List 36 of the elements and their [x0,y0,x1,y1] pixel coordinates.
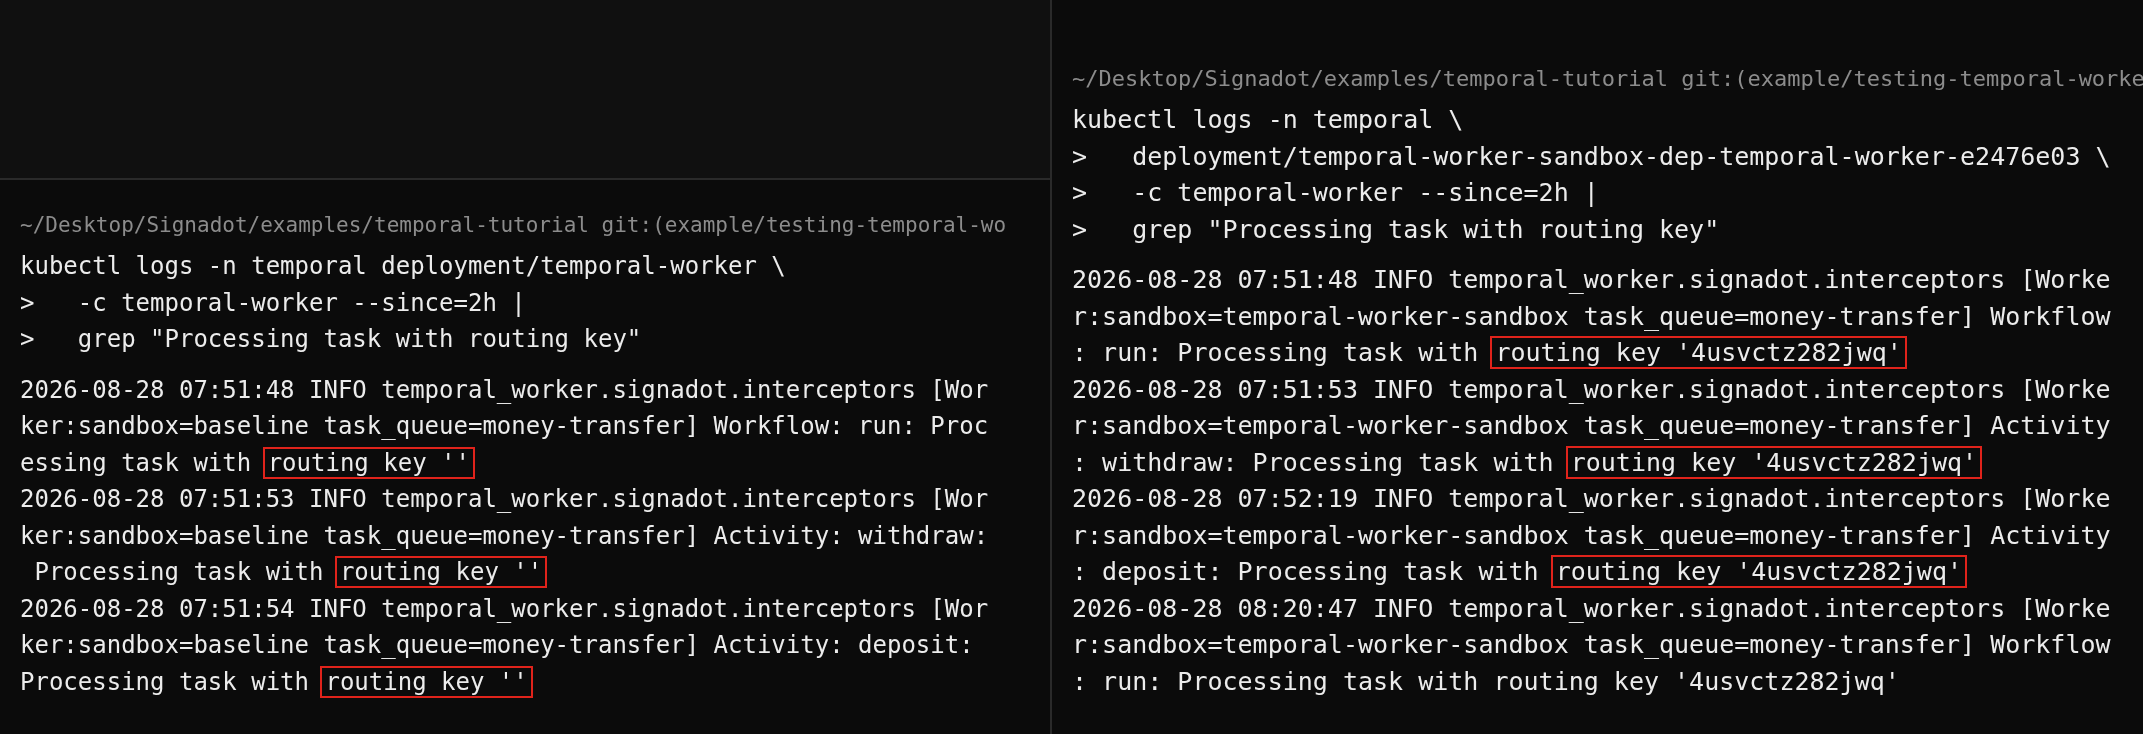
log-line: r:sandbox=temporal-worker-sandbox task_queue=money-transfer] Activity [1072,410,2112,442]
command-line: > -c temporal-worker --since=2h | [20,287,527,319]
log-text: essing task with [20,448,253,477]
highlighted-routing-key: routing key '' [320,665,533,698]
highlighted-routing-key: routing key '' [262,446,475,479]
log-line: 2026-08-28 07:51:54 INFO temporal_worker.signadot.interceptors [Wor [20,593,990,625]
log-text: : deposit: Processing task with [1072,557,1540,586]
log-line: 2026-08-28 07:51:48 INFO temporal_worker.signadot.interceptors [Worke [1072,264,2112,296]
command-line: > -c temporal-worker --since=2h | [1072,177,1600,209]
log-line: r:sandbox=temporal-worker-sandbox task_queue=money-transfer] Workflow [1072,300,2112,333]
log-line: : run: Processing task with routing key '4usvctz282jwq' [1072,665,1901,698]
prompt-path: ~/Desktop/Signadot/examples/temporal-tutorial git:(example/testing-temporal-wo [20,212,1008,239]
log-line: ker:sandbox=baseline task_queue=money-transfer] Activity: withdraw: [20,520,990,552]
log-text: Processing task with [20,667,310,696]
log-line: 2026-08-28 07:51:53 INFO temporal_worker.signadot.interceptors [Wor [20,484,990,515]
log-line: 2026-08-28 08:20:47 INFO temporal_worker.signadot.interceptors [Worke [1072,592,2112,625]
log-line: ker:sandbox=baseline task_queue=money-transfer] Activity: deposit: [20,630,975,661]
log-line: 2026-08-28 07:51:48 INFO temporal_worker.signadot.interceptors [Wor [20,374,990,406]
log-line: ker:sandbox=baseline task_queue=money-transfer] Workflow: run: Proc [20,411,990,442]
log-line: 2026-08-28 07:52:19 INFO temporal_worker.signadot.interceptors [Worke [1072,483,2112,515]
highlighted-routing-key: routing key '' [334,556,548,588]
prompt-path: ~/Desktop/Signadot/examples/temporal-tutorial git:(example/testing-temporal-worke [1072,65,2143,93]
log-line: r:sandbox=temporal-worker-sandbox task_queue=money-transfer] Activity [1072,519,2112,552]
command-line: > grep "Processing task with routing key" [1072,213,1721,246]
log-text: : withdraw: Processing task with [1072,447,1555,477]
highlighted-routing-key: routing key '4usvctz282jwq' [1550,555,1968,588]
highlighted-routing-key: routing key '4usvctz282jwq' [1490,336,1907,369]
command-line: kubectl logs -n temporal deployment/temporal-worker \ [20,251,787,282]
command-line: > grep "Processing task with routing key" [20,324,643,355]
highlighted-routing-key: routing key '4usvctz282jwq' [1565,445,1983,479]
log-text: Processing task with [33,558,325,586]
log-line: r:sandbox=temporal-worker-sandbox task_queue=money-transfer] Workflow [1072,629,2112,661]
command-line: kubectl logs -n temporal \ [1072,104,1465,136]
log-text: : run: Processing task with [1072,338,1480,367]
command-line: > deployment/temporal-worker-sandbox-dep-temporal-worker-e2476e03 \ [1072,140,2112,173]
log-line: 2026-08-28 07:51:53 INFO temporal_worker.signadot.interceptors [Worke [1072,373,2112,406]
